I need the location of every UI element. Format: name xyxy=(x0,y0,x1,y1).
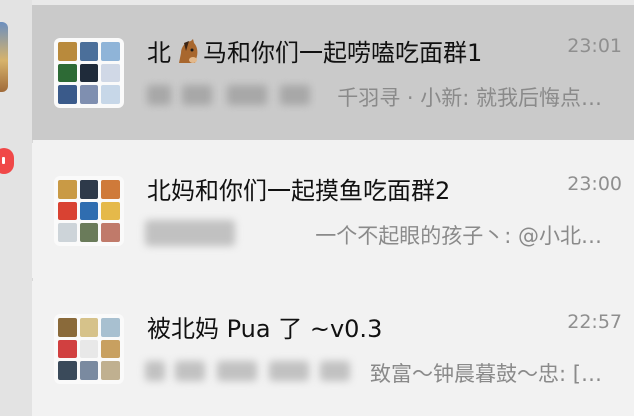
notification-badge xyxy=(0,148,14,174)
chat-time: 22:57 xyxy=(567,311,622,333)
chat-title-prefix: 北 xyxy=(147,39,171,67)
avatar-tile xyxy=(58,339,77,359)
avatar-tile xyxy=(101,318,120,337)
chat-item-1[interactable]: 北 马和你们一起唠嗑吃面群1 23:01 千羽寻 · 小新: 就我后悔点… xyxy=(32,5,634,140)
redacted-text xyxy=(217,361,257,381)
redacted-text xyxy=(147,85,171,105)
redacted-text xyxy=(145,220,235,246)
avatar-tile xyxy=(101,361,120,380)
chat-item-2[interactable]: 北妈和你们一起摸鱼吃面群2 23:00 一个不起眼的孩子丶: @小北… xyxy=(32,143,634,278)
sidebar-strip xyxy=(0,0,33,416)
avatar-tile xyxy=(79,201,99,221)
redacted-text xyxy=(175,361,205,381)
chat-title: 北 马和你们一起唠嗑吃面群1 xyxy=(147,33,482,68)
chat-preview: 千羽寻 · 小新: 就我后悔点… xyxy=(337,86,602,110)
chat-list: 北 马和你们一起唠嗑吃面群1 23:01 千羽寻 · 小新: 就我后悔点… 北妈… xyxy=(32,5,634,416)
avatar-tile xyxy=(58,180,77,199)
horse-icon xyxy=(179,39,198,63)
chat-preview: 致富～钟晨暮鼓～忠: [… xyxy=(370,362,602,386)
avatar-tile xyxy=(101,339,120,359)
avatar-tile xyxy=(79,180,99,199)
group-avatar xyxy=(54,314,124,384)
redacted-text xyxy=(182,85,212,105)
avatar-tile xyxy=(58,318,77,337)
chat-item-3[interactable]: 被北妈 Pua 了 ~v0.3 22:57 致富～钟晨暮鼓～忠: [… xyxy=(32,281,634,416)
chat-time: 23:01 xyxy=(567,35,622,57)
avatar-tile xyxy=(79,223,99,242)
avatar-tile xyxy=(79,339,99,359)
avatar-tile xyxy=(79,85,99,104)
avatar-tile xyxy=(58,42,77,61)
redacted-text xyxy=(227,85,267,105)
chat-title-suffix: 马和你们一起唠嗑吃面群1 xyxy=(203,39,483,67)
avatar-tile xyxy=(58,361,77,380)
redacted-text xyxy=(280,85,310,105)
avatar-tile xyxy=(79,318,99,337)
avatar-tile xyxy=(79,42,99,61)
avatar-tile xyxy=(101,85,120,104)
avatar-tile xyxy=(58,201,77,221)
chat-title: 被北妈 Pua 了 ~v0.3 xyxy=(147,315,383,343)
avatar-tile xyxy=(101,63,120,83)
avatar-tile xyxy=(58,223,77,242)
avatar-tile xyxy=(58,85,77,104)
chat-time: 23:00 xyxy=(567,173,622,195)
redacted-text xyxy=(269,361,309,381)
chat-preview: 一个不起眼的孩子丶: @小北… xyxy=(315,224,602,248)
avatar-tile xyxy=(58,63,77,83)
avatar-tile xyxy=(79,361,99,380)
avatar-tile xyxy=(101,180,120,199)
app-thumbnail-icon[interactable] xyxy=(0,22,8,92)
avatar-tile xyxy=(101,42,120,61)
redacted-text xyxy=(320,361,350,381)
group-avatar xyxy=(54,38,124,108)
group-avatar xyxy=(54,176,124,246)
redacted-text xyxy=(145,361,165,381)
avatar-tile xyxy=(101,223,120,242)
chat-title: 北妈和你们一起摸鱼吃面群2 xyxy=(147,177,451,205)
avatar-tile xyxy=(101,201,120,221)
avatar-tile xyxy=(79,63,99,83)
